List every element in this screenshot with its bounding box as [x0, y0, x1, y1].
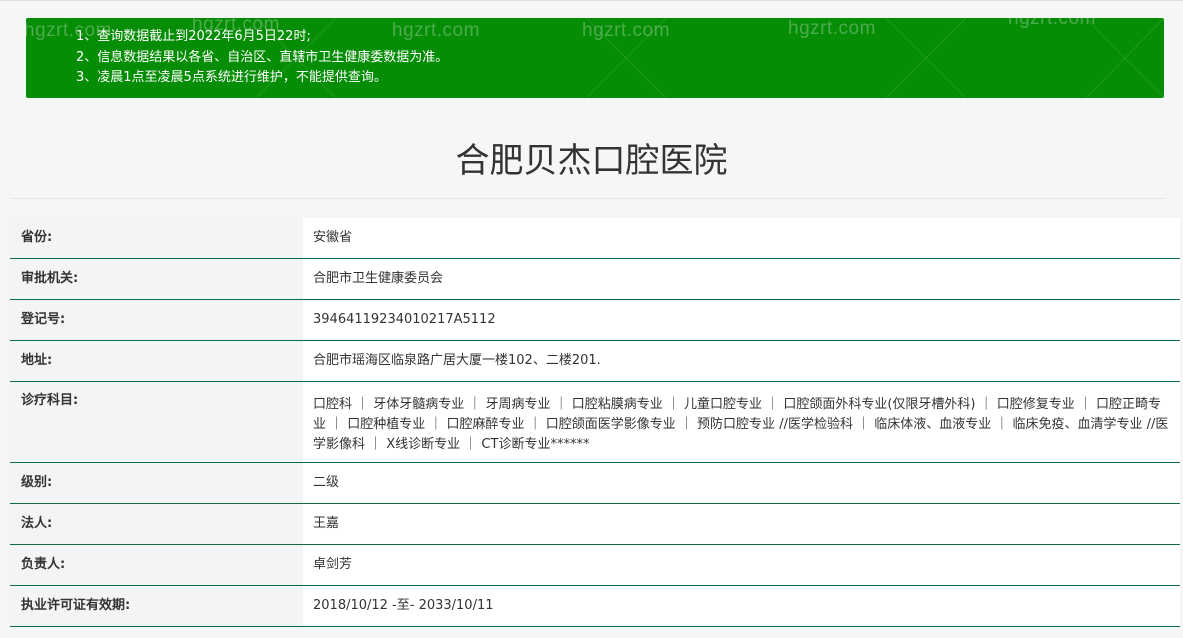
table-row-legal-representative: 法人: 王嘉 — [10, 504, 1180, 545]
table-row-license-validity: 执业许可证有效期: 2018/10/12 -至- 2033/10/11 — [10, 586, 1180, 627]
table-row-person-in-charge: 负责人: 卓剑芳 — [10, 545, 1180, 586]
field-value: 合肥市瑶海区临泉路广居大厦一楼102、二楼201. — [303, 341, 1180, 381]
field-label: 登记号: — [10, 300, 303, 340]
field-label: 审批机关: — [10, 259, 303, 299]
field-label: 法人: — [10, 504, 303, 544]
field-value: 王嘉 — [303, 504, 1180, 544]
notice-line-1: 1、查询数据截止到2022年6月5日22时; — [76, 29, 311, 44]
field-label: 省份: — [10, 218, 303, 258]
field-label: 级别: — [10, 463, 303, 503]
notice-banner: hgzrt.com hgzrt.com hgzrt.com hgzrt.com … — [26, 18, 1164, 98]
field-value: 安徽省 — [303, 218, 1180, 258]
notice-line-2: 2、信息数据结果以各省、自治区、直辖市卫生健康委数据为准。 — [76, 49, 449, 65]
info-table: 省份: 安徽省 审批机关: 合肥市卫生健康委员会 登记号: 3946411923… — [10, 218, 1180, 627]
table-row-approval-authority: 审批机关: 合肥市卫生健康委员会 — [10, 259, 1180, 300]
page-title: 合肥贝杰口腔医院 — [455, 141, 728, 181]
field-value: 二级 — [303, 463, 1180, 503]
top-divider — [0, 0, 1183, 1]
table-row-level: 级别: 二级 — [10, 463, 1180, 504]
field-value: 卓剑芳 — [303, 545, 1180, 585]
field-value: 合肥市卫生健康委员会 — [303, 259, 1180, 299]
title-divider — [10, 198, 1166, 199]
table-row-address: 地址: 合肥市瑶海区临泉路广居大厦一楼102、二楼201. — [10, 341, 1180, 382]
field-label: 地址: — [10, 341, 303, 381]
table-row-departments: 诊疗科目: 口腔科 ｜ 牙体牙髓病专业 ｜ 牙周病专业 ｜ 口腔粘膜病专业 ｜ … — [10, 382, 1180, 463]
table-row-province: 省份: 安徽省 — [10, 218, 1180, 259]
notice-line-3: 3、凌晨1点至凌晨5点系统进行维护，不能提供查询。 — [76, 70, 387, 85]
field-label: 负责人: — [10, 545, 303, 585]
field-value: 39464119234010217A5112 — [303, 300, 1180, 340]
field-label: 执业许可证有效期: — [10, 586, 303, 626]
table-row-registration-number: 登记号: 39464119234010217A5112 — [10, 300, 1180, 341]
field-value: 2018/10/12 -至- 2033/10/11 — [303, 586, 1180, 626]
field-value: 口腔科 ｜ 牙体牙髓病专业 ｜ 牙周病专业 ｜ 口腔粘膜病专业 ｜ 儿童口腔专业… — [303, 382, 1180, 462]
field-label: 诊疗科目: — [10, 382, 303, 462]
